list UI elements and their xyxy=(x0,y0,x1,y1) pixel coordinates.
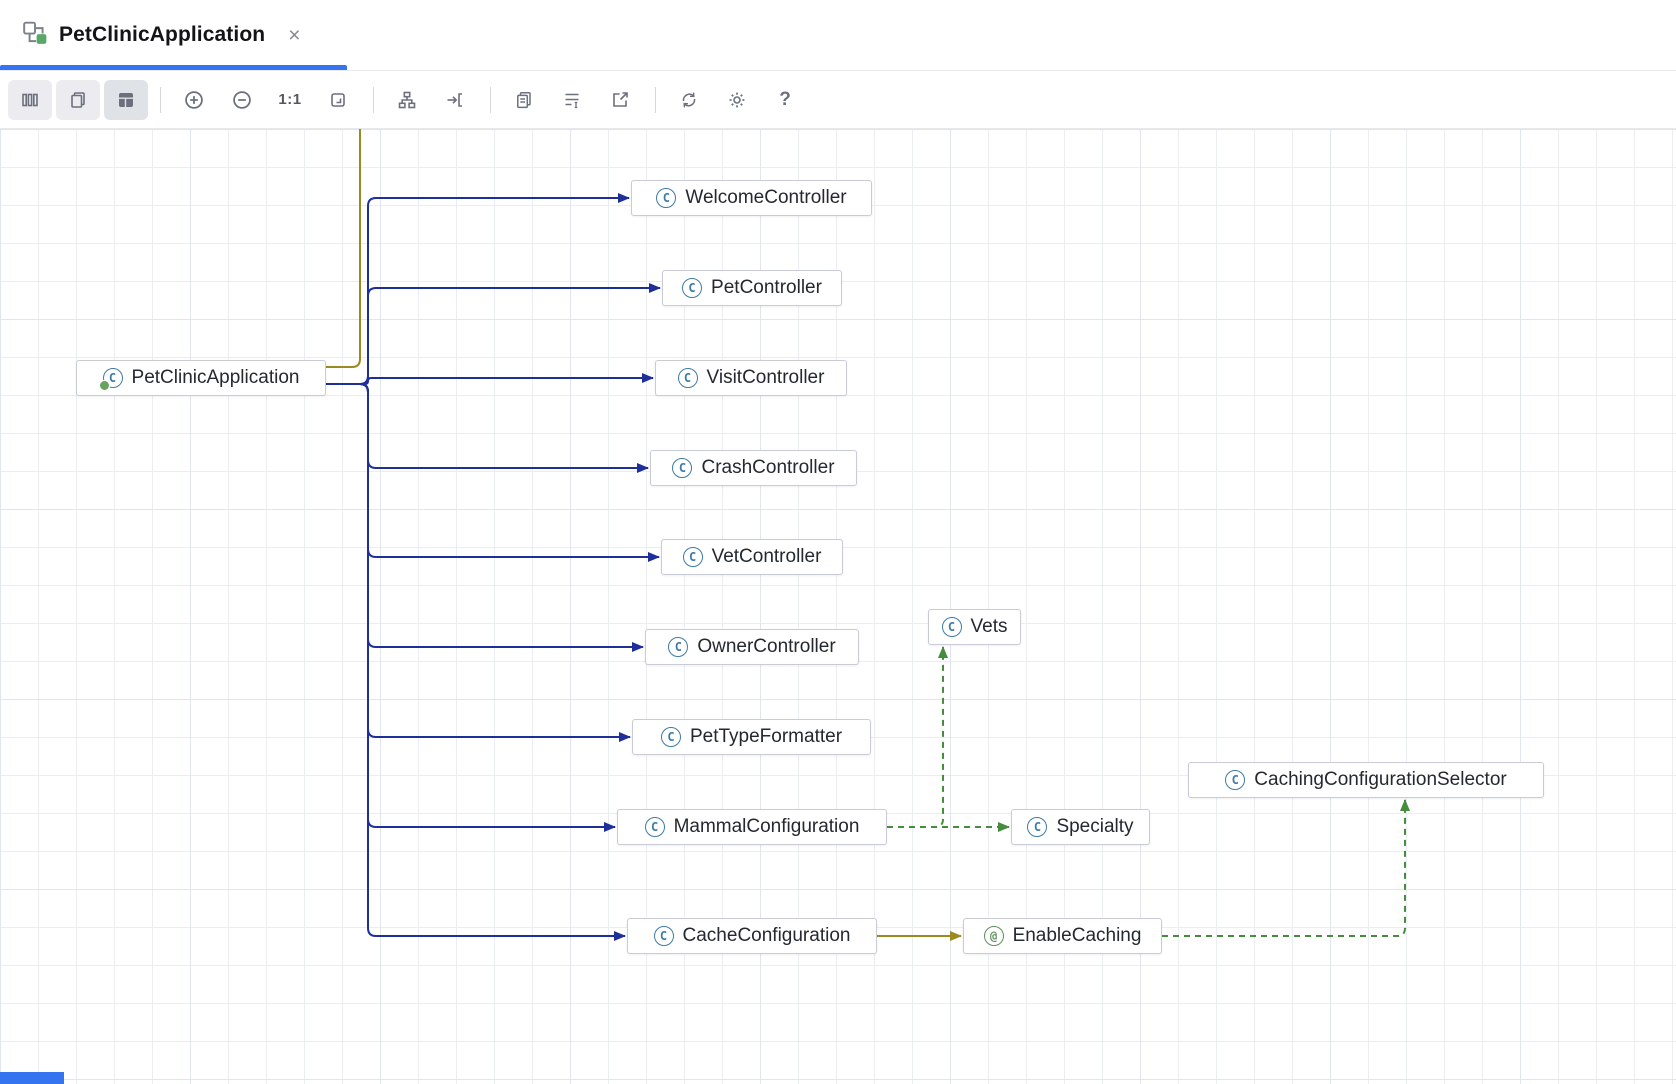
diagram-edge-navy xyxy=(326,378,653,384)
diagram-toolbar: 1:1 xyxy=(0,71,1676,129)
copy-diagram-button[interactable] xyxy=(505,81,543,119)
diagram-node-welcome-controller[interactable]: C WelcomeController xyxy=(631,180,872,216)
diagram-node-visit-controller[interactable]: C VisitController xyxy=(655,360,847,396)
toolbar-separator xyxy=(160,87,161,113)
view-mode-group xyxy=(8,80,148,120)
node-label: VetController xyxy=(712,546,822,568)
diagram-node-cache-configuration[interactable]: C CacheConfiguration xyxy=(627,918,877,954)
active-tab-underline xyxy=(0,65,347,70)
class-icon: C xyxy=(1225,770,1245,790)
export-icon xyxy=(610,90,630,110)
diagram-canvas[interactable]: CPetClinicApplicationCWelcomeControllerC… xyxy=(0,129,1676,1084)
tab-title: PetClinicApplication xyxy=(59,23,265,47)
node-label: EnableCaching xyxy=(1013,925,1142,947)
annotation-icon: @ xyxy=(984,926,1004,946)
fit-selection-icon xyxy=(445,90,465,110)
diagram-node-pet-type-formatter[interactable]: C PetTypeFormatter xyxy=(632,719,871,755)
toolbar-separator xyxy=(490,87,491,113)
horizontal-scrollbar-thumb[interactable] xyxy=(0,1072,64,1084)
grid-view-icon xyxy=(116,90,136,110)
node-details-button[interactable] xyxy=(553,81,591,119)
fit-content-icon xyxy=(328,90,348,110)
view-columns-button[interactable] xyxy=(8,80,52,120)
diagram-node-specialty[interactable]: C Specialty xyxy=(1011,809,1150,845)
actual-size-button[interactable]: 1:1 xyxy=(271,81,309,119)
class-icon: C xyxy=(942,617,962,637)
export-diagram-button[interactable] xyxy=(601,81,639,119)
diagram-edge-green xyxy=(887,647,943,827)
duplicate-icon xyxy=(68,90,88,110)
diagram-edge-navy xyxy=(326,198,629,384)
fit-content-button[interactable] xyxy=(319,81,357,119)
diagram-edge-green xyxy=(1162,800,1405,936)
node-label: OwnerController xyxy=(697,636,835,658)
class-icon: C xyxy=(661,727,681,747)
hierarchic-layout-icon xyxy=(397,90,417,110)
diagram-edge-navy xyxy=(326,384,615,827)
diagram-edge-navy xyxy=(326,384,659,557)
diagram-edge-olive xyxy=(326,129,360,367)
zoom-in-button[interactable] xyxy=(175,81,213,119)
class-icon: C xyxy=(672,458,692,478)
grid-view-button[interactable] xyxy=(104,80,148,120)
node-label: Vets xyxy=(971,616,1008,638)
node-label: PetClinicApplication xyxy=(132,367,300,389)
diagram-edge-navy xyxy=(326,384,630,737)
zoom-out-icon xyxy=(231,89,253,111)
view-columns-icon xyxy=(20,90,40,110)
node-label: Specialty xyxy=(1056,816,1133,838)
diagram-node-pet-controller[interactable]: C PetController xyxy=(662,270,842,306)
class-icon: C xyxy=(1027,817,1047,837)
settings-gear-icon xyxy=(727,90,747,110)
duplicate-view-button[interactable] xyxy=(56,80,100,120)
node-label: PetController xyxy=(711,277,822,299)
diagram-node-vets[interactable]: C Vets xyxy=(928,609,1021,645)
diagram-edge-navy xyxy=(326,384,648,468)
toolbar-separator xyxy=(655,87,656,113)
node-label: CacheConfiguration xyxy=(683,925,851,947)
diagram-edge-navy xyxy=(326,288,660,384)
toolbar-separator xyxy=(373,87,374,113)
diagram-node-caching-configuration-selector[interactable]: C CachingConfigurationSelector xyxy=(1188,762,1544,798)
diagram-node-owner-controller[interactable]: C OwnerController xyxy=(645,629,859,665)
zoom-out-button[interactable] xyxy=(223,81,261,119)
fit-selection-button[interactable] xyxy=(436,81,474,119)
node-label: PetTypeFormatter xyxy=(690,726,842,748)
refresh-icon xyxy=(679,90,699,110)
class-icon: C xyxy=(645,817,665,837)
application-icon: C xyxy=(103,368,123,388)
diagram-node-mammal-configuration[interactable]: C MammalConfiguration xyxy=(617,809,887,845)
diagram-node-vet-controller[interactable]: C VetController xyxy=(661,539,843,575)
diagram-node-crash-controller[interactable]: C CrashController xyxy=(650,450,857,486)
node-label: CrashController xyxy=(701,457,834,479)
diagram-node-pet-clinic-application[interactable]: C PetClinicApplication xyxy=(76,360,326,396)
node-label: WelcomeController xyxy=(685,187,846,209)
class-icon: C xyxy=(683,547,703,567)
class-icon: C xyxy=(678,368,698,388)
node-label: CachingConfigurationSelector xyxy=(1254,769,1506,791)
refresh-button[interactable] xyxy=(670,81,708,119)
help-button[interactable]: ? xyxy=(766,81,804,119)
diagram-file-icon xyxy=(22,20,48,51)
zoom-in-icon xyxy=(183,89,205,111)
class-icon: C xyxy=(682,278,702,298)
node-label: VisitController xyxy=(707,367,825,389)
diagram-edge-navy xyxy=(326,384,643,647)
editor-tab-bar: PetClinicApplication × xyxy=(0,0,1676,71)
node-details-icon xyxy=(562,90,582,110)
hierarchic-layout-button[interactable] xyxy=(388,81,426,119)
class-icon: C xyxy=(656,188,676,208)
tab-close-button[interactable]: × xyxy=(288,25,300,46)
diagram-tab[interactable]: PetClinicApplication × xyxy=(22,0,318,70)
copy-diagram-icon xyxy=(514,90,534,110)
settings-button[interactable] xyxy=(718,81,756,119)
node-label: MammalConfiguration xyxy=(674,816,860,838)
diagram-node-enable-caching[interactable]: @ EnableCaching xyxy=(963,918,1162,954)
class-icon: C xyxy=(668,637,688,657)
class-icon: C xyxy=(654,926,674,946)
